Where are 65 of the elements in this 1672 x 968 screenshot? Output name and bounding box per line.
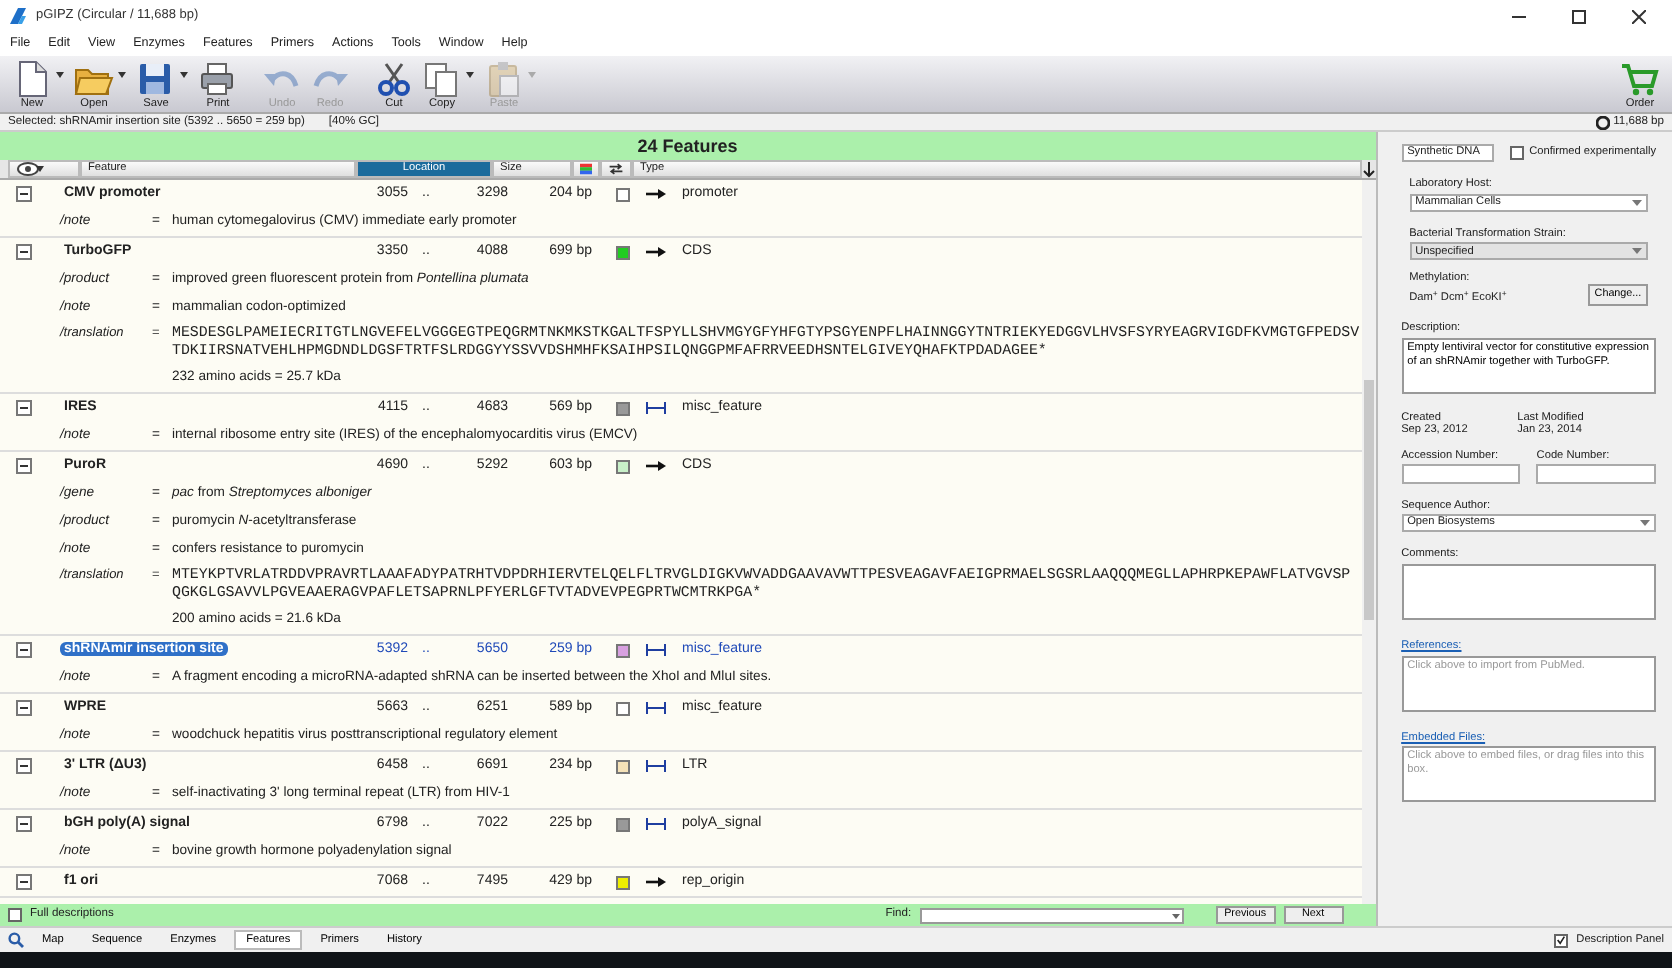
comments-field[interactable] <box>1401 564 1656 621</box>
minimize-icon <box>1511 15 1525 17</box>
span-icon <box>646 760 666 773</box>
printer-icon <box>198 60 238 99</box>
color-swatch[interactable] <box>616 245 630 259</box>
cart-icon <box>1620 60 1660 99</box>
maximize-icon <box>1571 9 1585 23</box>
color-swatch[interactable] <box>616 187 630 201</box>
span-icon <box>646 818 666 831</box>
collapse-toggle[interactable] <box>16 700 32 717</box>
color-swatch[interactable] <box>616 643 630 658</box>
input-field[interactable] <box>1536 463 1657 484</box>
scissors-icon <box>374 60 414 99</box>
arrow-icon <box>646 460 666 473</box>
checkbox[interactable] <box>1509 146 1524 160</box>
collapse-toggle[interactable] <box>16 816 32 833</box>
collapse-toggle[interactable] <box>16 458 32 475</box>
redo-icon <box>310 66 350 91</box>
checkbox[interactable] <box>1554 933 1569 947</box>
caret-icon <box>1632 248 1642 255</box>
search-icon[interactable] <box>8 932 24 948</box>
collapse-toggle[interactable] <box>16 186 32 202</box>
find-field[interactable] <box>919 907 1184 923</box>
arrow-icon <box>646 246 666 258</box>
collapse-toggle[interactable] <box>16 642 32 659</box>
input-field[interactable] <box>1401 463 1521 484</box>
caret-icon <box>1169 911 1182 919</box>
color-swatch[interactable] <box>616 875 630 890</box>
caret-icon <box>528 72 536 78</box>
caret-icon <box>118 72 126 78</box>
collapse-toggle[interactable] <box>16 758 32 775</box>
undo-icon <box>262 66 302 91</box>
arrow-icon <box>646 188 666 200</box>
color-swatch[interactable] <box>616 401 630 416</box>
color-swatch[interactable] <box>616 817 630 832</box>
caret-icon <box>466 72 474 78</box>
caret-icon <box>180 72 188 78</box>
span-icon <box>646 644 666 657</box>
scrollbar-thumb[interactable] <box>1363 380 1374 620</box>
color-swatch[interactable] <box>616 701 630 716</box>
close-icon <box>1631 9 1645 23</box>
eye-icon <box>16 162 44 176</box>
scrollbar[interactable] <box>1361 180 1376 904</box>
span-icon <box>646 702 666 715</box>
checkbox[interactable] <box>8 908 22 922</box>
span-icon <box>646 402 666 415</box>
clipboard-icon <box>484 60 524 99</box>
copy-icon <box>422 60 462 99</box>
caret-icon <box>56 72 64 78</box>
collapse-toggle[interactable] <box>16 400 32 417</box>
collapse-toggle[interactable] <box>16 874 32 891</box>
color-swatch[interactable] <box>616 459 630 474</box>
app-icon <box>8 6 28 26</box>
floppy-icon <box>136 60 176 99</box>
arrow-icon <box>646 876 666 889</box>
check-icon <box>1556 934 1567 946</box>
sort-icon[interactable] <box>1361 160 1376 178</box>
visibility-button[interactable] <box>8 160 80 178</box>
swap-arrows-icon <box>608 162 624 176</box>
panel-title: 24 Features <box>0 132 1376 160</box>
collapse-toggle[interactable] <box>16 244 32 260</box>
color-swatch[interactable] <box>616 759 630 774</box>
caret-icon <box>1632 199 1642 206</box>
caret-icon <box>1640 520 1650 527</box>
color-icon <box>580 162 592 176</box>
